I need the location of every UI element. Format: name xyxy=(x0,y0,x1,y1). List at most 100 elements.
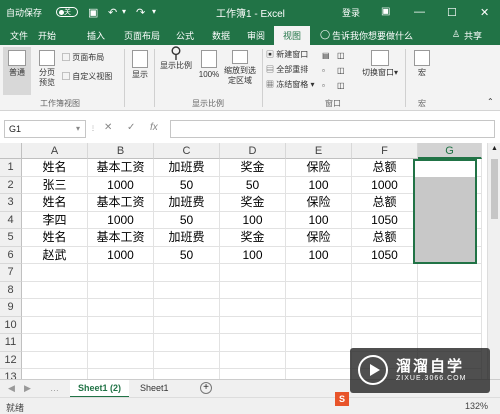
sheet-tab-2[interactable]: Sheet1 xyxy=(132,380,177,398)
cell-e12[interactable] xyxy=(286,351,352,369)
page-break-preview-button[interactable]: 分页预览 xyxy=(34,47,60,88)
cell-c10[interactable] xyxy=(154,316,220,334)
zoom-100-button[interactable]: 100% xyxy=(195,47,223,80)
name-box[interactable]: G1 xyxy=(4,120,86,138)
cell-c1[interactable]: 加班费 xyxy=(154,159,220,177)
tab-page-layout[interactable]: 页面布局 xyxy=(124,29,160,42)
cell-a8[interactable] xyxy=(22,281,88,299)
row-header-3[interactable]: 3 xyxy=(0,194,22,212)
enter-icon[interactable]: ✓ xyxy=(127,122,135,133)
cell-g7[interactable] xyxy=(418,264,482,282)
tab-file[interactable]: 文件 xyxy=(10,29,28,42)
scroll-up-icon[interactable]: ▲ xyxy=(491,145,498,152)
row-header-10[interactable]: 10 xyxy=(0,316,22,334)
cell-a5[interactable]: 姓名 xyxy=(22,229,88,247)
row-header-2[interactable]: 2 xyxy=(0,176,22,194)
cell-f9[interactable] xyxy=(352,299,418,317)
cell-c9[interactable] xyxy=(154,299,220,317)
cell-e1[interactable]: 保险 xyxy=(286,159,352,177)
cell-f1[interactable]: 总额 xyxy=(352,159,418,177)
vertical-scroll-thumb[interactable] xyxy=(491,159,498,219)
cell-b4[interactable]: 1000 xyxy=(88,211,154,229)
row-header-1[interactable]: 1 xyxy=(0,159,22,177)
tab-view[interactable]: 视图 xyxy=(274,26,311,45)
cell-f6[interactable]: 1050 xyxy=(352,246,418,264)
cell-f4[interactable]: 1050 xyxy=(352,211,418,229)
cell-e11[interactable] xyxy=(286,334,352,352)
add-sheet-icon[interactable]: + xyxy=(200,382,212,394)
cell-g9[interactable] xyxy=(418,299,482,317)
column-header-d[interactable]: D xyxy=(220,143,286,159)
cell-b12[interactable] xyxy=(88,351,154,369)
cell-a9[interactable] xyxy=(22,299,88,317)
next-sheet-icon[interactable]: ▶ xyxy=(24,383,31,394)
cell-e8[interactable] xyxy=(286,281,352,299)
custom-view-button[interactable]: ▢ 自定义视图 xyxy=(62,72,112,82)
share-button[interactable]: 共享 xyxy=(464,29,482,42)
cell-b3[interactable]: 基本工资 xyxy=(88,194,154,212)
column-header-f[interactable]: F xyxy=(352,143,418,159)
zoom-button[interactable]: ⚲ 显示比例 xyxy=(158,46,194,71)
cell-a12[interactable] xyxy=(22,351,88,369)
cell-e13[interactable] xyxy=(286,369,352,379)
cell-c5[interactable]: 加班费 xyxy=(154,229,220,247)
cancel-icon[interactable]: ✕ xyxy=(104,122,112,133)
cell-e3[interactable]: 保险 xyxy=(286,194,352,212)
cell-c8[interactable] xyxy=(154,281,220,299)
new-window-button[interactable]: ▣ 新建窗口 xyxy=(266,50,308,60)
cell-f3[interactable]: 总额 xyxy=(352,194,418,212)
login-link[interactable]: 登录 xyxy=(342,6,360,19)
customize-qat-icon[interactable]: ▾ xyxy=(152,7,156,16)
cell-a10[interactable] xyxy=(22,316,88,334)
cell-f10[interactable] xyxy=(352,316,418,334)
sogou-ime-icon[interactable]: S xyxy=(335,392,349,406)
row-header-5[interactable]: 5 xyxy=(0,229,22,247)
minimize-icon[interactable]: — xyxy=(414,6,425,18)
row-header-6[interactable]: 6 xyxy=(0,246,22,264)
formula-input[interactable] xyxy=(170,120,495,138)
row-header-7[interactable]: 7 xyxy=(0,264,22,282)
row-header-9[interactable]: 9 xyxy=(0,299,22,317)
close-icon[interactable]: ✕ xyxy=(480,6,489,19)
insert-function-icon[interactable]: fx xyxy=(150,122,158,133)
cell-a7[interactable] xyxy=(22,264,88,282)
cell-d5[interactable]: 奖金 xyxy=(220,229,286,247)
row-header-12[interactable]: 12 xyxy=(0,351,22,369)
sheet-tab-1[interactable]: Sheet1 (2) xyxy=(70,380,130,398)
cell-c13[interactable] xyxy=(154,369,220,379)
column-header-g[interactable]: G xyxy=(418,143,482,159)
ribbon-display-icon[interactable]: ▣ xyxy=(381,6,390,17)
cell-b2[interactable]: 1000 xyxy=(88,176,154,194)
cell-d2[interactable]: 50 xyxy=(220,176,286,194)
select-all-corner[interactable] xyxy=(0,143,22,159)
sync-scroll-icon[interactable]: ◫ xyxy=(337,66,345,76)
cell-c4[interactable]: 50 xyxy=(154,211,220,229)
collapse-ribbon-icon[interactable]: ⌃ xyxy=(487,97,494,107)
cell-b11[interactable] xyxy=(88,334,154,352)
reset-position-icon[interactable]: ◫ xyxy=(337,81,345,91)
cell-b10[interactable] xyxy=(88,316,154,334)
cell-a6[interactable]: 赵武 xyxy=(22,246,88,264)
cell-a13[interactable] xyxy=(22,369,88,379)
cell-d3[interactable]: 奖金 xyxy=(220,194,286,212)
cell-d12[interactable] xyxy=(220,351,286,369)
cell-a2[interactable]: 张三 xyxy=(22,176,88,194)
cell-a11[interactable] xyxy=(22,334,88,352)
save-icon[interactable]: ▣ xyxy=(88,6,98,19)
split-icon[interactable]: ▤ xyxy=(322,51,330,61)
cell-g8[interactable] xyxy=(418,281,482,299)
cell-c7[interactable] xyxy=(154,264,220,282)
cell-f2[interactable]: 1000 xyxy=(352,176,418,194)
normal-view-button[interactable]: 普通 xyxy=(3,47,31,95)
prev-sheet-icon[interactable]: ◀ xyxy=(8,383,15,394)
row-header-13[interactable]: 13 xyxy=(0,369,22,379)
cell-a3[interactable]: 姓名 xyxy=(22,194,88,212)
cell-d4[interactable]: 100 xyxy=(220,211,286,229)
cell-e7[interactable] xyxy=(286,264,352,282)
row-header-8[interactable]: 8 xyxy=(0,281,22,299)
maximize-icon[interactable]: ☐ xyxy=(447,6,457,19)
cell-b8[interactable] xyxy=(88,281,154,299)
cell-b1[interactable]: 基本工资 xyxy=(88,159,154,177)
tab-data[interactable]: 数据 xyxy=(212,29,230,42)
freeze-panes-button[interactable]: ▦ 冻结窗格 ▾ xyxy=(266,80,314,90)
